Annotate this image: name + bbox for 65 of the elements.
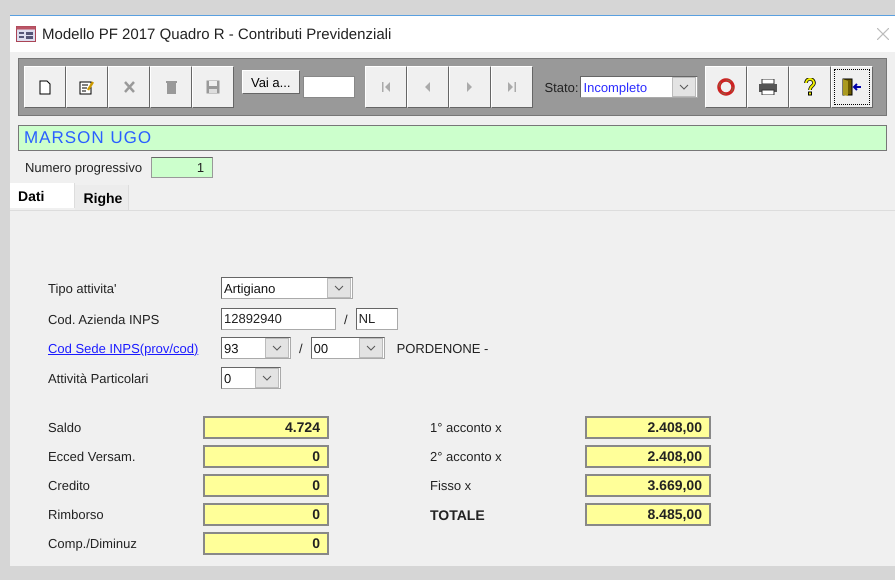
total-label: TOTALE bbox=[430, 506, 486, 522]
special-activity-dropdown[interactable]: 0 bbox=[221, 367, 281, 389]
toolbar-button[interactable] bbox=[66, 66, 108, 108]
amount-label: Fisso x bbox=[430, 478, 472, 493]
amount-label: Ecced Versam. bbox=[48, 449, 136, 464]
chevron-down-icon bbox=[679, 84, 690, 90]
company-code-field[interactable]: 12892940 bbox=[221, 308, 336, 330]
amount-label: 2° acconto x bbox=[430, 449, 503, 464]
toolbar-button[interactable] bbox=[789, 66, 832, 108]
amount-label: Credito bbox=[48, 478, 91, 493]
goto-field[interactable] bbox=[302, 76, 355, 98]
amount-field[interactable]: 2.408,00 bbox=[585, 416, 711, 439]
amount-label: 1° acconto x bbox=[430, 420, 503, 435]
previous-icon bbox=[425, 82, 430, 92]
field-label: Attività Particolari bbox=[48, 370, 150, 386]
field-label: Numero progressivo bbox=[25, 160, 142, 175]
company-code-suffix-field[interactable]: NL bbox=[356, 308, 398, 330]
exit-door-icon bbox=[842, 78, 862, 96]
chevron-down-icon bbox=[272, 345, 282, 351]
tab[interactable]: Righe bbox=[75, 185, 130, 210]
amount-label: Comp./Diminuz bbox=[48, 536, 138, 551]
save-icon bbox=[206, 80, 220, 94]
province-dropdown[interactable]: 93 bbox=[221, 337, 291, 359]
help-icon bbox=[804, 78, 816, 96]
amount-field[interactable]: 4.724 bbox=[203, 416, 329, 439]
amount-label: Saldo bbox=[48, 420, 82, 435]
field-label: Cod. Azienda INPS bbox=[48, 312, 160, 326]
last-record-icon bbox=[508, 82, 516, 92]
goto-button[interactable]: Vai a... bbox=[242, 70, 300, 94]
next-icon bbox=[467, 82, 472, 92]
chevron-down-icon bbox=[262, 375, 272, 381]
status-label: Stato: bbox=[544, 80, 578, 94]
amount-field[interactable]: 0 bbox=[203, 445, 329, 468]
window-title: Modello PF 2017 Quadro R - Contributi Previdenziali bbox=[42, 26, 392, 42]
refresh-icon bbox=[716, 77, 736, 97]
printer-icon bbox=[758, 79, 778, 95]
toolbar-button[interactable] bbox=[831, 66, 874, 108]
office-code-dropdown[interactable]: 00 bbox=[310, 337, 385, 359]
separator-slash: / bbox=[344, 312, 348, 326]
office-code-link[interactable]: Cod Sede INPS(prov/cod) bbox=[48, 340, 221, 356]
trash-icon bbox=[166, 80, 176, 94]
separator-slash: / bbox=[299, 340, 303, 356]
amount-label: Rimborso bbox=[48, 507, 105, 522]
edit-document-icon bbox=[79, 80, 95, 94]
total-field[interactable]: 8.485,00 bbox=[585, 503, 711, 526]
chevron-down-icon bbox=[366, 345, 376, 351]
amount-field[interactable]: 3.669,00 bbox=[585, 474, 711, 497]
new-document-icon bbox=[39, 80, 51, 94]
name-field: MARSON UGO bbox=[18, 125, 887, 151]
form-window-icon bbox=[16, 26, 36, 42]
toolbar-button[interactable] bbox=[747, 66, 790, 108]
amount-field[interactable]: 0 bbox=[203, 532, 329, 555]
field-label: Tipo attivita' bbox=[48, 280, 118, 296]
office-name: PORDENONE - bbox=[396, 340, 488, 356]
activity-type-dropdown[interactable]: Artigiano bbox=[221, 277, 353, 299]
amount-field[interactable]: 2.408,00 bbox=[585, 445, 711, 468]
chevron-down-icon bbox=[334, 285, 344, 291]
tab[interactable]: Dati bbox=[10, 183, 76, 208]
first-record-icon bbox=[382, 82, 390, 92]
amount-field[interactable]: 0 bbox=[203, 503, 329, 526]
amount-field[interactable]: 0 bbox=[203, 474, 329, 497]
toolbar-button[interactable] bbox=[24, 66, 66, 108]
status-dropdown[interactable]: Incompleto bbox=[580, 76, 698, 98]
progressive-number-field[interactable]: 1 bbox=[151, 157, 214, 178]
cut-icon bbox=[122, 81, 136, 93]
